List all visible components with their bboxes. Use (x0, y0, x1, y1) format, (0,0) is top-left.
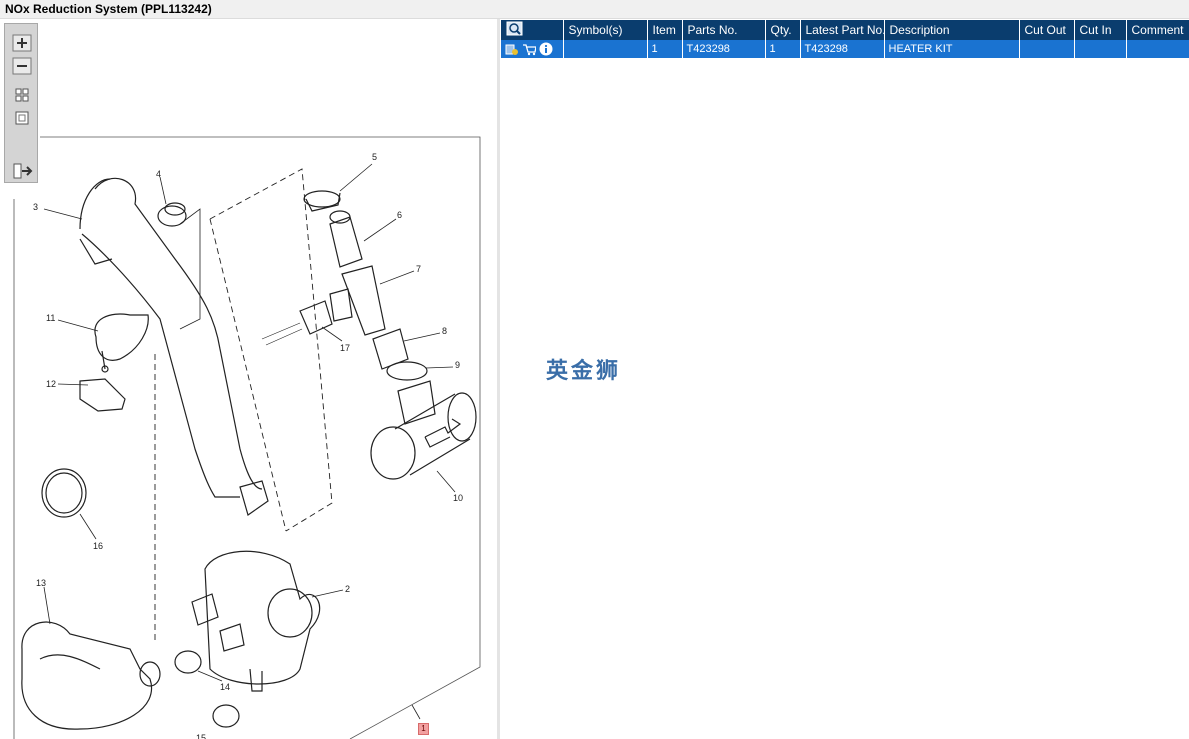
cell-parts-no: T423298 (682, 40, 766, 58)
callout-14: 14 (220, 682, 230, 692)
callout-3: 3 (33, 202, 38, 212)
title-bar: NOx Reduction System (PPL113242) (0, 0, 1189, 19)
column-header-item[interactable]: Item (647, 20, 683, 40)
column-header-parts-no[interactable]: Parts No. (682, 20, 766, 40)
column-header-symbols[interactable]: Symbol(s) (563, 20, 648, 40)
table-row[interactable]: 1 T423298 1 T423298 HEATER KIT (501, 40, 1189, 58)
cell-cut-out (1019, 40, 1075, 58)
cell-latest-part-no: T423298 (800, 40, 885, 58)
column-header-description[interactable]: Description (884, 20, 1020, 40)
callout-17: 17 (340, 343, 350, 353)
callout-7: 7 (416, 264, 421, 274)
parts-table: Symbol(s) Item Parts No. Qty. Latest Par… (501, 20, 1189, 58)
diagram-toolbar (4, 23, 38, 183)
watermark: 英金狮 (546, 359, 622, 384)
actual-size-icon[interactable] (12, 109, 32, 127)
column-search-header[interactable] (501, 20, 564, 40)
parts-list-pane: Symbol(s) Item Parts No. Qty. Latest Par… (500, 19, 1189, 739)
table-header-row: Symbol(s) Item Parts No. Qty. Latest Par… (501, 20, 1189, 40)
callout-10: 10 (453, 493, 463, 503)
callout-5: 5 (372, 152, 377, 162)
exploded-parts-diagram[interactable]: 3 4 5 6 7 8 9 10 11 12 16 13 2 14 15 17 (0, 19, 497, 739)
callout-8: 8 (442, 326, 447, 336)
callout-6: 6 (397, 210, 402, 220)
zoom-in-icon[interactable] (12, 34, 32, 52)
cell-cut-in (1074, 40, 1127, 58)
callout-2: 2 (345, 584, 350, 594)
cell-symbols (563, 40, 648, 58)
column-header-cut-out[interactable]: Cut Out (1019, 20, 1075, 40)
page-marker[interactable]: 1 (418, 723, 429, 735)
panel-toggle-icon[interactable] (12, 162, 33, 180)
window-title: NOx Reduction System (PPL113242) (5, 2, 212, 16)
cell-qty: 1 (765, 40, 801, 58)
shopping-cart-icon[interactable] (522, 42, 536, 56)
column-header-cut-in[interactable]: Cut In (1074, 20, 1127, 40)
info-icon[interactable] (539, 42, 553, 56)
parts-location-icon[interactable] (505, 42, 519, 56)
callout-12: 12 (46, 379, 56, 389)
fit-grid-icon[interactable] (12, 86, 32, 104)
callout-13: 13 (36, 578, 46, 588)
column-header-qty[interactable]: Qty. (765, 20, 801, 40)
callout-9: 9 (455, 360, 460, 370)
row-icons-cell (501, 40, 564, 58)
callout-16: 16 (93, 541, 103, 551)
cell-description: HEATER KIT (884, 40, 1020, 58)
cell-comment (1126, 40, 1189, 58)
callout-4: 4 (156, 169, 161, 179)
cell-item: 1 (647, 40, 683, 58)
diagram-pane[interactable]: 3 4 5 6 7 8 9 10 11 12 16 13 2 14 15 17 (0, 19, 497, 739)
callout-15: 15 (196, 733, 206, 739)
zoom-out-icon[interactable] (12, 57, 32, 75)
search-icon (506, 21, 523, 35)
callout-11: 11 (46, 313, 55, 323)
column-header-comment[interactable]: Comment (1126, 20, 1189, 40)
column-header-latest-part-no[interactable]: Latest Part No. (800, 20, 885, 40)
